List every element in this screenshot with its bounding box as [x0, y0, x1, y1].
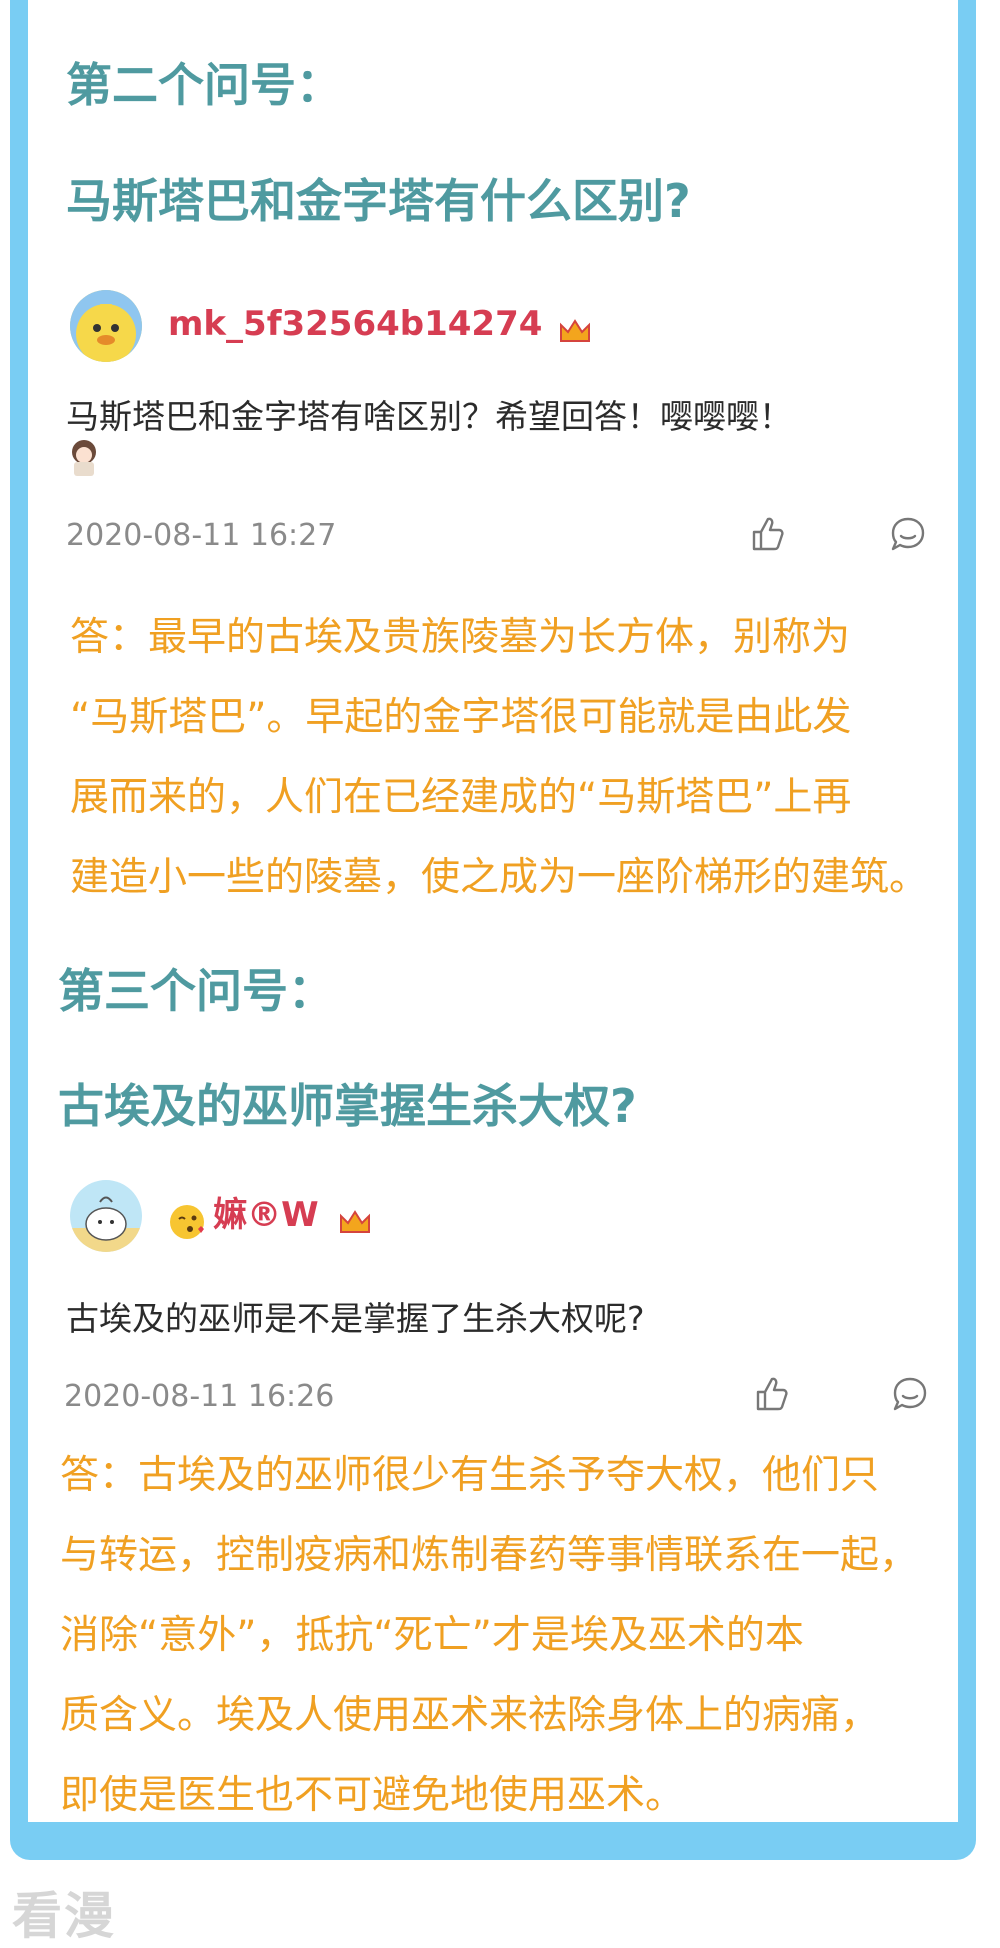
crown-icon	[559, 318, 590, 342]
chick-avatar-icon	[70, 290, 142, 362]
comment-text: 古埃及的巫师是不是掌握了生杀大权呢?	[66, 1299, 645, 1338]
section-2-heading: 第二个问号：	[66, 58, 342, 112]
username-row: 嫲®W	[168, 1198, 372, 1241]
avatar[interactable]	[70, 1180, 142, 1252]
answer-line: 答：古埃及的巫师很少有生杀予夺大权，他们只	[60, 1453, 880, 1498]
like-icon[interactable]	[752, 1374, 792, 1414]
answer-line: 质含义。埃及人使用巫术来祛除身体上的病痛，	[60, 1693, 880, 1738]
watermark: 看漫	[12, 1887, 116, 1945]
answer-line: 答：最早的古埃及贵族陵墓为长方体，别称为	[70, 615, 851, 660]
avatar[interactable]	[70, 290, 142, 362]
username[interactable]: 嫲®W	[213, 1195, 319, 1235]
timestamp: 2020-08-11 16:26	[64, 1379, 335, 1414]
section-3-question: 古埃及的巫师掌握生杀大权?	[58, 1079, 637, 1133]
answer-line: 建造小一些的陵墓，使之成为一座阶梯形的建筑。	[70, 855, 929, 900]
answer-line: 与转运，控制疫病和炼制春药等事情联系在一起，	[60, 1533, 919, 1578]
answer-line: 即使是医生也不可避免地使用巫术。	[60, 1773, 685, 1818]
answer-block: 答：古埃及的巫师很少有生杀予夺大权，他们只 与转运，控制疫病和炼制春药等事情联系…	[60, 1436, 960, 1836]
comment-icon[interactable]	[888, 514, 928, 554]
kissing-face-icon	[170, 1204, 204, 1239]
username[interactable]: mk_5f32564b14274	[168, 304, 542, 344]
section-2-question: 马斯塔巴和金字塔有什么区别?	[66, 174, 691, 228]
answer-line: 消除“意外”，抵抗“死亡”才是埃及巫术的本	[60, 1613, 804, 1658]
username-row: mk_5f32564b14274	[168, 307, 592, 345]
comment-icon[interactable]	[890, 1374, 930, 1414]
timestamp: 2020-08-11 16:27	[66, 518, 337, 553]
like-icon[interactable]	[748, 514, 788, 554]
answer-line: “马斯塔巴”。早起的金字塔很可能就是由此发	[70, 695, 852, 740]
bun-avatar-icon	[70, 1180, 142, 1252]
answer-block: 答：最早的古埃及贵族陵墓为长方体，别称为 “马斯塔巴”。早起的金字塔很可能就是由…	[70, 598, 970, 918]
answer-line: 展而来的，人们在已经建成的“马斯塔巴”上再	[70, 775, 852, 820]
section-3-heading: 第三个问号：	[58, 964, 334, 1018]
comment-text: 马斯塔巴和金字塔有啥区别？希望回答！嘤嘤嘤！	[66, 397, 792, 436]
girl-sticker-icon	[72, 440, 96, 476]
crown-icon	[339, 1209, 370, 1233]
